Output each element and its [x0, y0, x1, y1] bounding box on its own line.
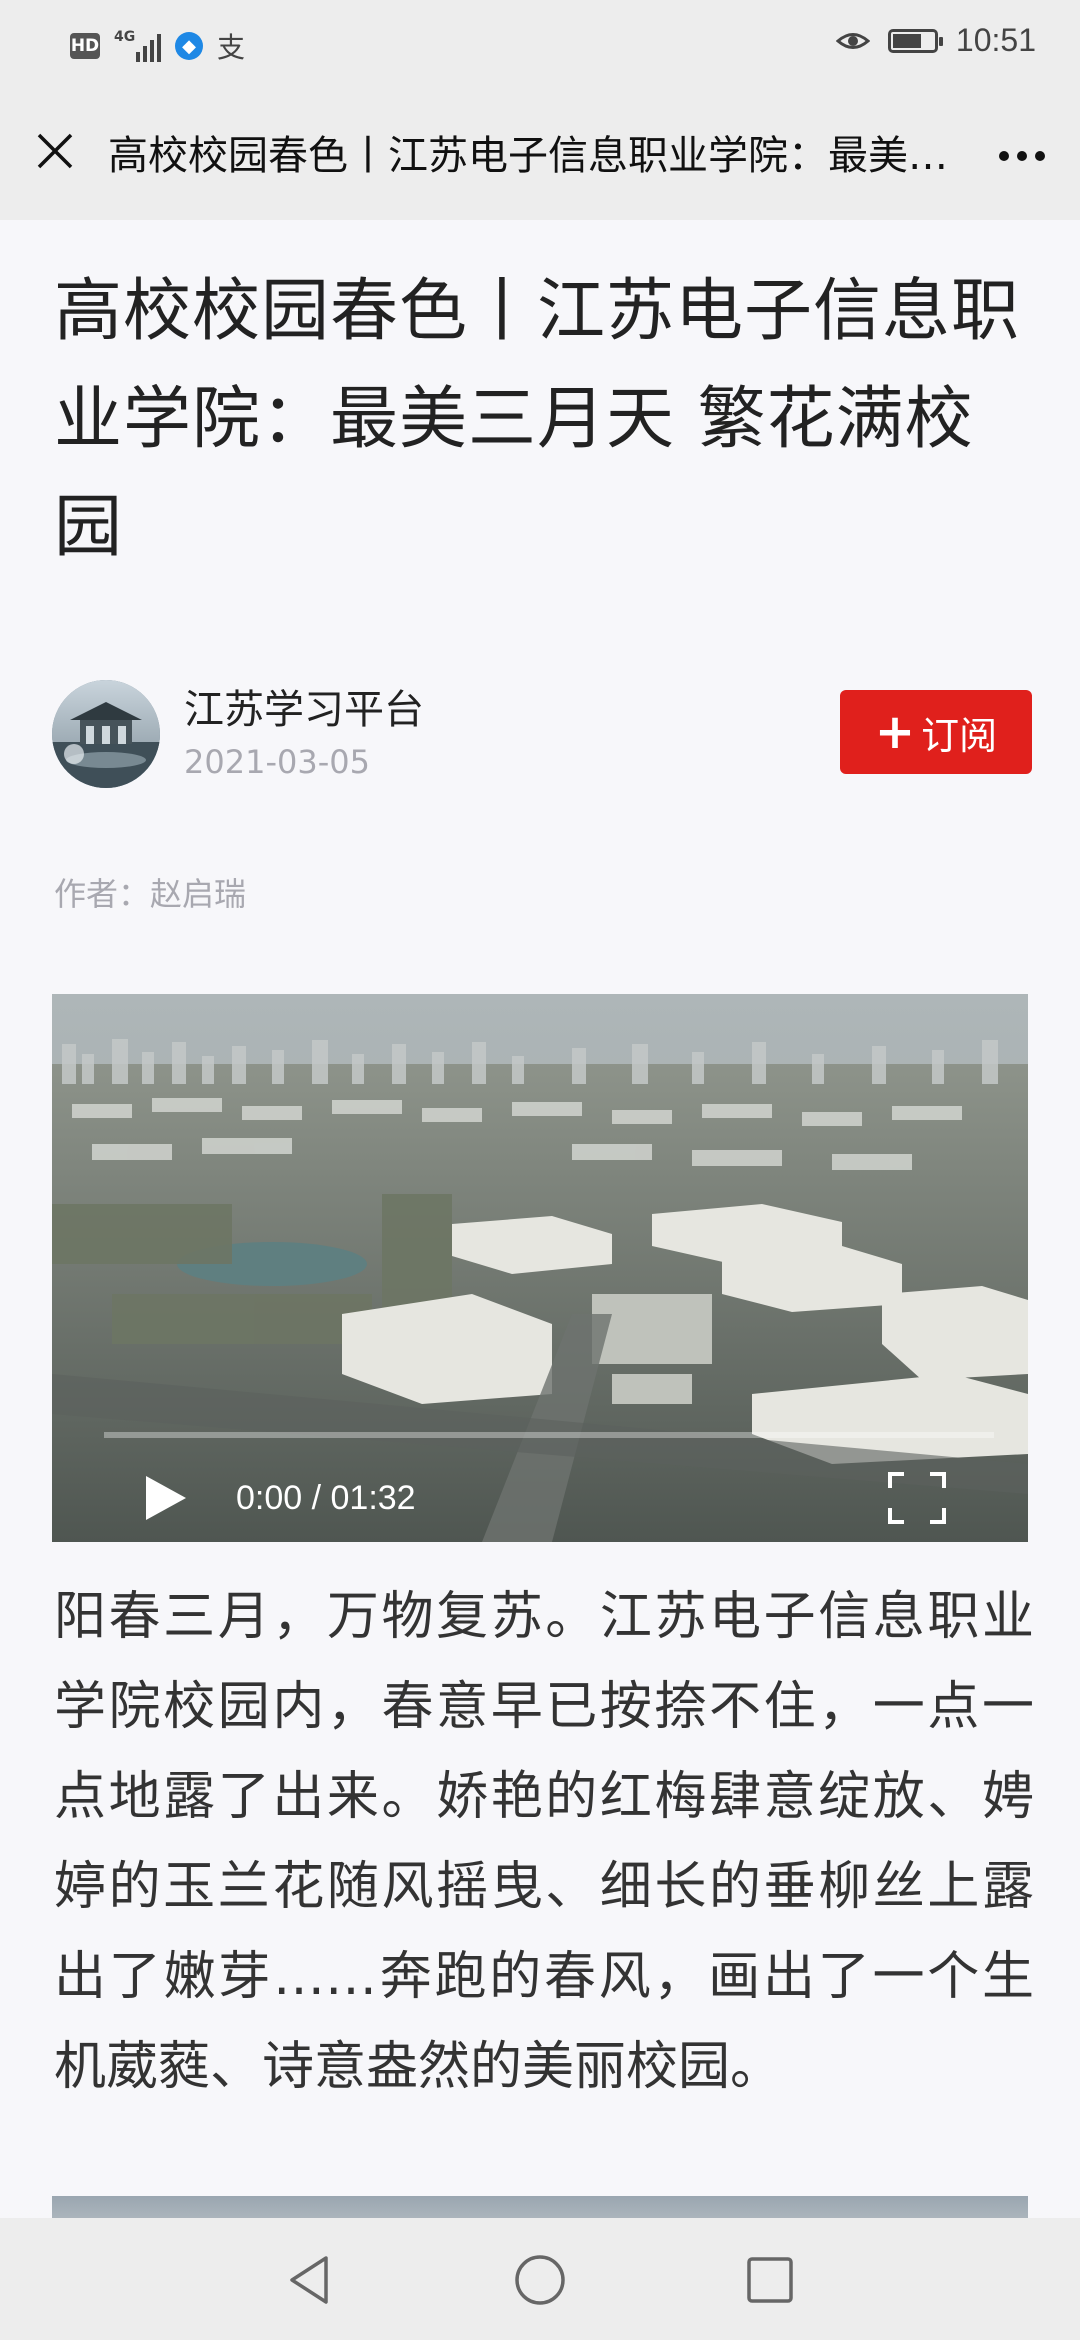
publish-date: 2021-03-05 [184, 743, 370, 781]
account-name[interactable]: 江苏学习平台 [184, 682, 424, 738]
nav-bar: 高校校园春色丨江苏电子信息职业学院：最美三月天 繁花满校园 [0, 92, 1080, 220]
back-triangle-icon [290, 2256, 328, 2304]
recent-apps-button[interactable] [742, 2252, 798, 2308]
close-icon [37, 133, 73, 169]
fullscreen-icon [888, 1472, 946, 1524]
play-icon [146, 1476, 186, 1520]
clock: 10:51 [955, 22, 1036, 58]
author-line: 作者：赵启瑞 [54, 875, 247, 913]
article-title: 高校校园春色丨江苏电子信息职业学院：最美三月天 繁花满校园 [54, 272, 1021, 567]
play-button[interactable] [142, 1472, 190, 1524]
screen: HD 4G ◆ 支 10:51 高校校园春色丨江苏电子信息职业学院：最美三月天 … [0, 0, 1080, 2340]
status-bar: HD 4G ◆ 支 10:51 [0, 0, 1080, 92]
fullscreen-button[interactable] [886, 1470, 948, 1526]
article-content[interactable]: 高校校园春色丨江苏电子信息职业学院：最美三月天 繁花满校园 江苏学习平台 202… [0, 220, 1080, 2218]
subscribe-button[interactable]: + 订阅 [840, 690, 1032, 774]
plus-icon: + [874, 704, 916, 760]
nav-title: 高校校园春色丨江苏电子信息职业学院：最美三月天 繁花满校园 [108, 133, 968, 179]
video-controls: 0:00 / 01:32 [52, 1422, 1028, 1542]
hd-icon: HD [70, 33, 100, 59]
home-button[interactable] [512, 2252, 568, 2308]
recent-square-icon [747, 2257, 793, 2303]
more-icon-dot [1017, 151, 1027, 161]
account-avatar[interactable] [52, 680, 160, 788]
subscribe-label: 订阅 [921, 713, 998, 758]
next-image-partial [52, 2196, 1028, 2218]
battery-fill [892, 33, 921, 48]
eye-comfort-icon [835, 30, 870, 52]
system-nav-bar [0, 2218, 1080, 2340]
network-type-label: 4G [114, 29, 136, 45]
more-button[interactable] [990, 132, 1054, 180]
status-left: HD 4G ◆ 支 [70, 26, 245, 66]
author-row: 江苏学习平台 2021-03-05 + 订阅 [52, 680, 1032, 790]
video-time: 0:00 / 01:32 [236, 1479, 416, 1517]
video-progress-bar[interactable] [104, 1432, 994, 1438]
article-paragraph: 阳春三月，万物复苏。江苏电子信息职业学院校园内，春意早已按捺不住，一点一点地露了… [54, 1587, 1034, 2097]
more-icon-dot [1035, 151, 1045, 161]
battery-icon [887, 28, 943, 53]
home-circle-icon [515, 2255, 565, 2305]
app-notification-icon: ◆ [175, 32, 203, 60]
more-icon-dot [999, 151, 1009, 161]
close-button[interactable] [30, 126, 80, 176]
status-right: 10:51 [835, 22, 1036, 59]
back-button[interactable] [282, 2252, 338, 2308]
signal-icon: 4G [114, 30, 161, 62]
alipay-icon: 支 [217, 31, 246, 64]
video-player[interactable]: 0:00 / 01:32 [52, 994, 1028, 1542]
